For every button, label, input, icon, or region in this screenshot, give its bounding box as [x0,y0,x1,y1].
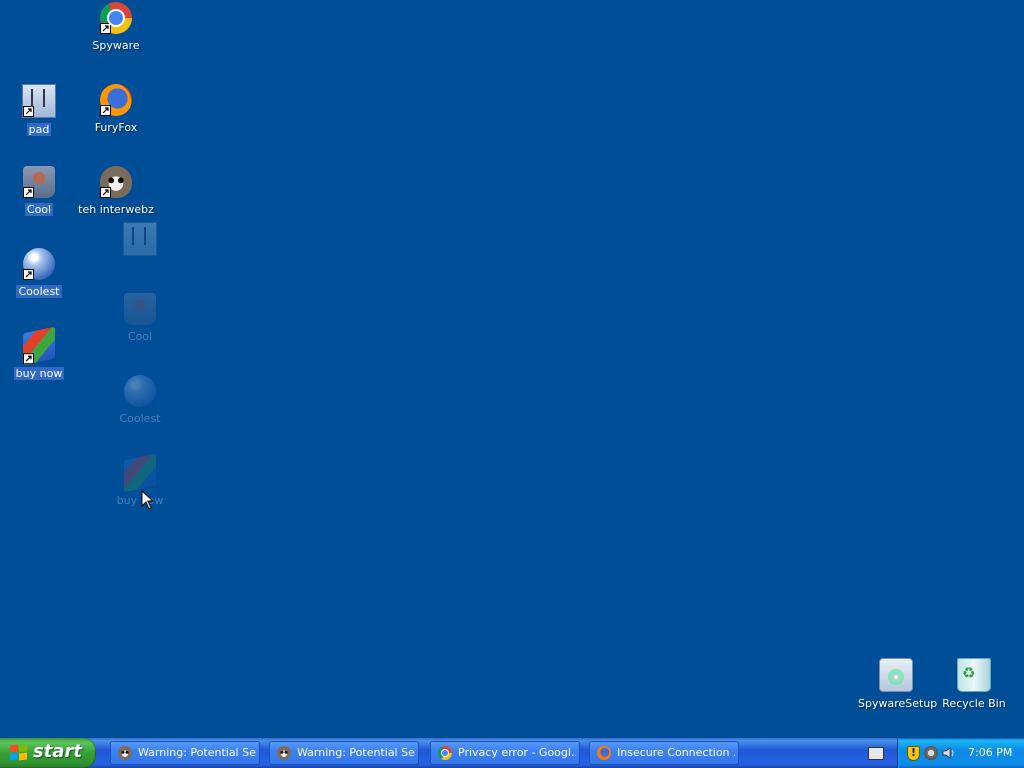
icon-label: Cool [24,203,54,216]
task-title: Warning: Potential Se... [138,746,256,759]
ghost-label: Coolest [119,412,161,425]
drag-ghost-buy-now: buy now [100,453,180,508]
drag-ghost-coolest: Coolest [100,375,180,426]
keyboard-icon[interactable] [868,747,884,760]
cool-app-icon [23,166,55,198]
icon-label: SpywareSetup [858,697,938,710]
icon-label: teh interwebz [78,203,154,216]
icon-label: buy now [13,367,65,380]
shortcut-arrow-icon [100,187,111,198]
system-tray: 7:06 PM [897,738,1024,768]
setup-cd-icon [879,658,913,692]
raccoon-icon [118,746,132,760]
raccoon-icon [100,166,132,198]
shortcut-arrow-icon [23,187,34,198]
volume-icon[interactable] [942,746,956,760]
orb-icon [124,375,156,407]
shortcut-arrow-icon [23,353,34,365]
taskbar-button-privacy-error[interactable]: Privacy error - Googl... [430,741,580,765]
desktop-icon-coolest[interactable]: Coolest [0,248,79,299]
desktop-icon-spyware[interactable]: Spyware [76,2,156,53]
security-shield-icon[interactable] [907,746,920,761]
icon-label: pad [26,123,52,136]
icon-label: Recycle Bin [942,697,1006,710]
shortcut-arrow-icon [23,269,34,280]
taskbar-button-warning-2[interactable]: Warning: Potential Se... [269,741,419,765]
icon-label: Spyware [92,39,140,52]
mouse-cursor-icon [141,490,155,510]
task-title: Warning: Potential Se... [297,746,415,759]
desktop-icon-furyfox[interactable]: FuryFox [76,84,156,135]
desktop-icon-recycle-bin[interactable]: Recycle Bin [934,658,1014,711]
notepad-icon [123,222,157,256]
firefox-icon [597,746,611,760]
recycle-bin-icon [957,658,991,692]
ghost-label: Cool [127,330,153,343]
task-title: Privacy error - Googl... [458,746,576,759]
desktop-icon-spywaresetup[interactable]: SpywareSetup [856,658,938,711]
taskbar-button-insecure-connection[interactable]: Insecure Connection ... [589,741,739,765]
start-label: start [33,741,82,762]
windows-logo-icon [10,744,28,761]
taskbar: start Warning: Potential Se... Warning: … [0,738,1024,768]
icon-label: Coolest [16,285,62,298]
desktop-icon-teh-interwebz[interactable]: teh interwebz [76,166,156,217]
desktop-icon-cool[interactable]: Cool [0,166,79,217]
desktop-icon-buy-now[interactable]: buy now [0,326,79,381]
task-title: Insecure Connection ... [617,746,735,759]
start-button[interactable]: start [0,738,96,768]
firefox-icon [100,84,132,116]
drag-ghost-cool: Cool [100,293,180,344]
drag-ghost-pad [100,222,180,275]
raccoon-icon [277,746,291,760]
shortcut-arrow-icon [23,106,34,117]
notepad-icon [22,84,56,118]
shortcut-arrow-icon [100,23,111,34]
desktop[interactable]: pad Cool Coolest buy now Spyware FuryFox [0,0,1024,738]
orb-icon [23,248,55,280]
chrome-icon [100,2,132,34]
cool-app-icon [124,293,156,325]
taskbar-button-warning-1[interactable]: Warning: Potential Se... [110,741,260,765]
ghost-label: buy now [116,494,164,507]
shortcut-arrow-icon [100,105,111,116]
icon-label: FuryFox [94,121,138,134]
windows-flag-icon [124,453,156,493]
network-icon[interactable] [924,746,938,760]
windows-flag-icon [23,326,55,366]
clock[interactable]: 7:06 PM [968,746,1012,759]
chrome-icon [438,746,452,760]
desktop-icon-pad[interactable]: pad [0,84,79,137]
